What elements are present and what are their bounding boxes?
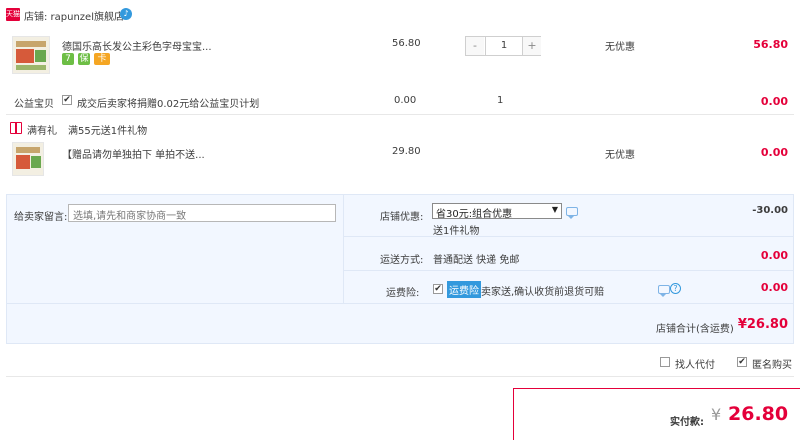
insurance-amount: 0.00 [760,281,788,294]
item-subtotal: 0.00 [760,146,788,159]
charity-checkbox[interactable]: ✔ [62,95,72,105]
quantity-stepper[interactable]: - 1 + [465,36,541,56]
options-divider [6,376,794,377]
shipping-label: 运送方式: [380,255,424,266]
shipping-value: 普通配送 快递 免邮 [433,255,520,266]
charity-qty: 1 [497,95,504,106]
chevron-down-icon: ▼ [551,205,558,214]
payment-currency: ¥ [711,405,722,424]
help-icon[interactable]: ? [670,283,681,294]
seller-message-label: 给卖家留言: [14,212,68,223]
quantity-input[interactable]: 1 [485,37,523,55]
proxy-pay-label[interactable]: 找人代付 [675,356,715,371]
charity-price: 0.00 [394,95,417,106]
item-price: 29.80 [392,146,421,157]
shop-promo-amount: -30.00 [752,205,788,216]
charity-desc: 成交后卖家将捐赠0.02元给公益宝贝计划 [77,99,260,110]
charity-subtotal: 0.00 [760,95,788,108]
insurance-desc: 卖家送,确认收货前退货可赔 [481,287,605,298]
item-title-link[interactable]: 【赠品请勿单独拍下 单拍不送... [62,146,205,161]
item-discount: 无优惠 [605,150,635,161]
shop-promo-select[interactable]: 省30元:组合优惠 ▼ [432,203,562,220]
product-thumbnail[interactable] [12,142,44,176]
seven-day-return-icon: 7 [62,53,74,65]
product-thumbnail[interactable] [12,36,50,74]
insurance-tag: 运费险 [447,281,481,298]
anonymous-label[interactable]: 匿名购买 [752,356,792,371]
seller-message-placeholder: 选填,请先和商家协商一致 [73,211,187,222]
help-bubble-icon[interactable]: ♪ [120,8,132,20]
payment-total: 26.80 [728,403,789,425]
charity-label: 公益宝贝 [14,99,54,110]
row-divider [6,114,794,115]
gift-desc: 满55元送1件礼物 [68,126,148,137]
panel-divider [344,270,793,271]
increase-quantity-button[interactable]: + [523,37,541,55]
guarantee-icon: 保 [78,53,90,65]
shop-name-link[interactable]: 店铺: rapunzel旗舰店 [24,8,124,23]
shipping-amount: 0.00 [760,249,788,262]
decrease-quantity-button[interactable]: - [466,37,484,55]
panel-divider [7,303,793,304]
shop-promo-selected: 省30元:组合优惠 [436,209,513,220]
payment-summary-box: 实付款: ¥ 26.80 [513,388,800,440]
insurance-checkbox[interactable]: ✔ [433,284,443,294]
item-title-link[interactable]: 德国乐高长发公主彩色字母宝宝... [62,38,212,53]
proxy-pay-checkbox[interactable] [660,357,670,367]
insurance-label: 运费险: [386,288,420,299]
shop-total-label: 店铺合计(含运费) [656,324,734,335]
seller-message-input[interactable]: 选填,请先和商家协商一致 [68,204,336,222]
chat-icon[interactable] [566,207,578,219]
credit-card-icon: 卡 [94,53,110,65]
shop-promo-label: 店铺优惠: [380,212,424,223]
gift-label: 满有礼 [27,126,57,137]
shop-total-value: ¥26.80 [737,317,788,332]
anonymous-checkbox[interactable]: ✔ [737,357,747,367]
item-discount: 无优惠 [605,42,635,53]
shop-promo-note: 送1件礼物 [433,226,480,237]
item-subtotal: 56.80 [753,38,788,51]
item-price: 56.80 [392,38,421,49]
payment-label: 实付款: [670,417,704,428]
panel-divider [344,236,793,237]
tmall-badge: 天猫 [6,8,20,21]
chat-icon[interactable] [658,285,670,297]
panel-vertical-divider [343,195,344,303]
gift-ribbon [15,122,17,134]
